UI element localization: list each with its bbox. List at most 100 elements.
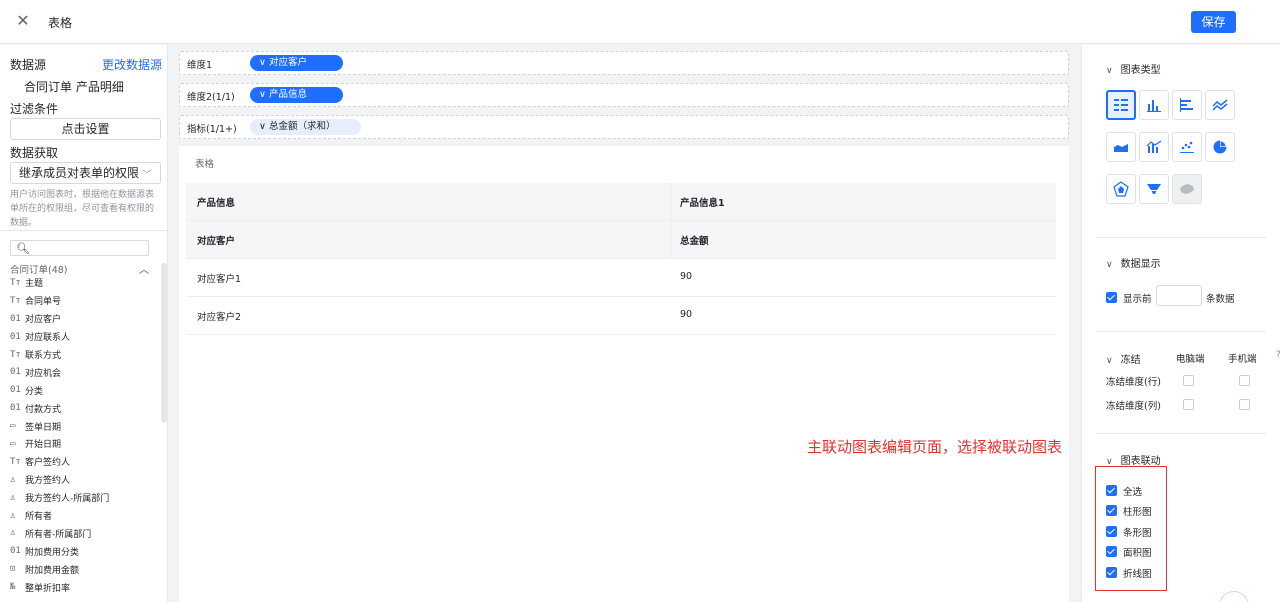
- fetch-permission-select[interactable]: 继承成员对表单的权限 ﹀: [10, 162, 161, 184]
- highlight-box: [1095, 466, 1167, 591]
- chart-type-area[interactable]: [1106, 132, 1136, 162]
- field-label: 联系方式: [25, 351, 62, 361]
- chart-type-pie[interactable]: [1205, 132, 1235, 162]
- dimension1-row[interactable]: 维度1 ∨ 对应客户: [179, 51, 1069, 75]
- chart-type-bar[interactable]: [1172, 90, 1202, 120]
- list-item[interactable]: ▭ 签单日期: [10, 417, 160, 435]
- field-list: Tт 主题 Tт 合同单号 01 对应客户 01 对应联系人 Tт 联系方式 01 对应机会…: [10, 274, 160, 596]
- person-icon: ♙: [10, 492, 16, 503]
- calendar-icon: ▭: [10, 421, 16, 432]
- freeze-row-pc-checkbox[interactable]: [1183, 375, 1194, 386]
- chart-editor: 维度1 ∨ 对应客户 维度2(1/1) ∨ 产品信息 指标(1/1+) ∨ 总金…: [168, 45, 1080, 602]
- list-item[interactable]: ♙ 所有者-所属部门: [10, 524, 160, 542]
- list-item[interactable]: 01 对应机会: [10, 363, 160, 381]
- number-icon: №: [10, 582, 16, 593]
- divider: [1096, 433, 1266, 434]
- radar-chart-icon: [1113, 181, 1129, 197]
- table-cell: 对应客户1: [197, 274, 242, 285]
- left-panel: 数据源 更改数据源 合同订单 产品明细 过滤条件 点击设置 数据获取 继承成员对…: [0, 45, 168, 602]
- change-datasource-link[interactable]: 更改数据源: [102, 56, 162, 73]
- list-item[interactable]: 01 付款方式: [10, 399, 160, 417]
- field-label: 对应机会: [25, 368, 62, 379]
- close-icon[interactable]: ✕: [14, 12, 32, 30]
- field-type-icon: 01: [10, 331, 21, 342]
- list-item[interactable]: 01 对应联系人: [10, 328, 160, 346]
- table-cell: 90: [680, 271, 693, 282]
- list-item[interactable]: ♙ 我方签约人: [10, 471, 160, 489]
- chart-type-map[interactable]: [1172, 174, 1202, 204]
- list-item[interactable]: Tт 联系方式: [10, 346, 160, 364]
- metric-pill[interactable]: ∨ 总金额（求和）: [250, 119, 361, 135]
- freeze-title-text: 冻结: [1120, 355, 1141, 366]
- field-search-input[interactable]: 🔍︎: [10, 240, 149, 256]
- help-icon[interactable]: ?: [1276, 350, 1280, 360]
- list-item[interactable]: Tт 主题: [10, 274, 160, 292]
- top-bar: ✕ 表格 保存: [0, 0, 1280, 44]
- chart-type-combo[interactable]: [1139, 132, 1169, 162]
- metric-label: 指标(1/1+): [187, 124, 237, 135]
- dimension2-pill-label: 产品信息: [268, 89, 307, 100]
- table-cell: 产品信息: [197, 198, 236, 209]
- table-cell: 产品信息1: [680, 198, 725, 209]
- chart-type-column[interactable]: [1139, 90, 1169, 120]
- field-label: 附加费用分类: [25, 547, 80, 558]
- field-type-icon: 01: [10, 367, 21, 378]
- chart-type-title[interactable]: ∨ 图表类型: [1106, 61, 1161, 76]
- list-item[interactable]: Tт 客户签约人: [10, 453, 160, 471]
- table-header-row: 产品信息 产品信息1: [186, 183, 1056, 221]
- freeze-title[interactable]: ∨ 冻结: [1106, 351, 1141, 366]
- calendar-icon: ▭: [10, 438, 16, 449]
- field-list-scrollbar[interactable]: [161, 263, 167, 423]
- chart-type-scatter[interactable]: [1172, 132, 1202, 162]
- list-item[interactable]: Tт 合同单号: [10, 292, 160, 310]
- list-item[interactable]: ♙ 所有者: [10, 507, 160, 525]
- dimension1-pill[interactable]: ∨ 对应客户: [250, 55, 343, 71]
- combo-chart-icon: [1146, 140, 1162, 153]
- annotation-text: 主联动图表编辑页面，选择被联动图表: [807, 438, 1063, 456]
- field-label: 主题: [25, 279, 44, 290]
- chart-type-table[interactable]: [1106, 90, 1136, 120]
- table-cell: 对应客户: [197, 236, 236, 247]
- metric-pill-label: 总金额（求和）: [268, 121, 336, 132]
- freeze-row-mobile-checkbox[interactable]: [1239, 375, 1250, 386]
- mobile-label: 手机端: [1228, 354, 1257, 365]
- list-item[interactable]: ♙ 我方签约人-所属部门: [10, 489, 160, 507]
- save-button[interactable]: 保存: [1191, 11, 1236, 33]
- area-chart-icon: [1114, 144, 1128, 152]
- amount-icon: ⊡: [10, 564, 16, 575]
- chevron-down-icon: ∨: [1106, 356, 1113, 366]
- show-first-input[interactable]: [1156, 285, 1202, 306]
- freeze-col-mobile-checkbox[interactable]: [1239, 399, 1250, 410]
- list-item[interactable]: 01 对应客户: [10, 310, 160, 328]
- field-type-icon: Tт: [10, 456, 21, 467]
- show-first-checkbox[interactable]: [1106, 292, 1117, 303]
- show-first-label: 显示前: [1123, 294, 1152, 305]
- dimension2-pill[interactable]: ∨ 产品信息: [250, 87, 343, 103]
- data-display-title[interactable]: ∨ 数据显示: [1106, 255, 1161, 270]
- chart-type-line[interactable]: [1205, 90, 1235, 120]
- freeze-row-label: 冻结维度(行): [1106, 377, 1161, 388]
- list-item[interactable]: № 整单折扣率: [10, 578, 160, 596]
- linkage-title[interactable]: ∨ 图表联动: [1106, 452, 1161, 467]
- fetch-label: 数据获取: [10, 146, 59, 160]
- freeze-col-pc-checkbox[interactable]: [1183, 399, 1194, 410]
- list-item[interactable]: 01 分类: [10, 381, 160, 399]
- field-label: 分类: [25, 386, 44, 397]
- dimension2-row[interactable]: 维度2(1/1) ∨ 产品信息: [179, 83, 1069, 107]
- fetch-hint: 用户访问图表时，根据他在数据源表单所在的权限组，尽可查看有权限的数据。: [10, 190, 155, 228]
- field-label: 所有者: [25, 512, 53, 523]
- chart-type-funnel[interactable]: [1139, 174, 1169, 204]
- list-item[interactable]: ▭ 开始日期: [10, 435, 160, 453]
- divider: [1096, 331, 1266, 332]
- list-item[interactable]: 01 附加费用分类: [10, 542, 160, 560]
- metric-row[interactable]: 指标(1/1+) ∨ 总金额（求和）: [179, 115, 1069, 139]
- field-type-icon: 01: [10, 385, 21, 396]
- person-icon: ♙: [10, 528, 16, 539]
- person-icon: ♙: [10, 510, 16, 521]
- chart-type-radar[interactable]: [1106, 174, 1136, 204]
- scatter-chart-icon: [1180, 141, 1194, 153]
- field-label: 所有者-所属部门: [25, 529, 92, 540]
- pie-chart-icon: [1213, 140, 1227, 154]
- filter-setting-button[interactable]: 点击设置: [10, 118, 161, 140]
- list-item[interactable]: ⊡ 附加费用金额: [10, 560, 160, 578]
